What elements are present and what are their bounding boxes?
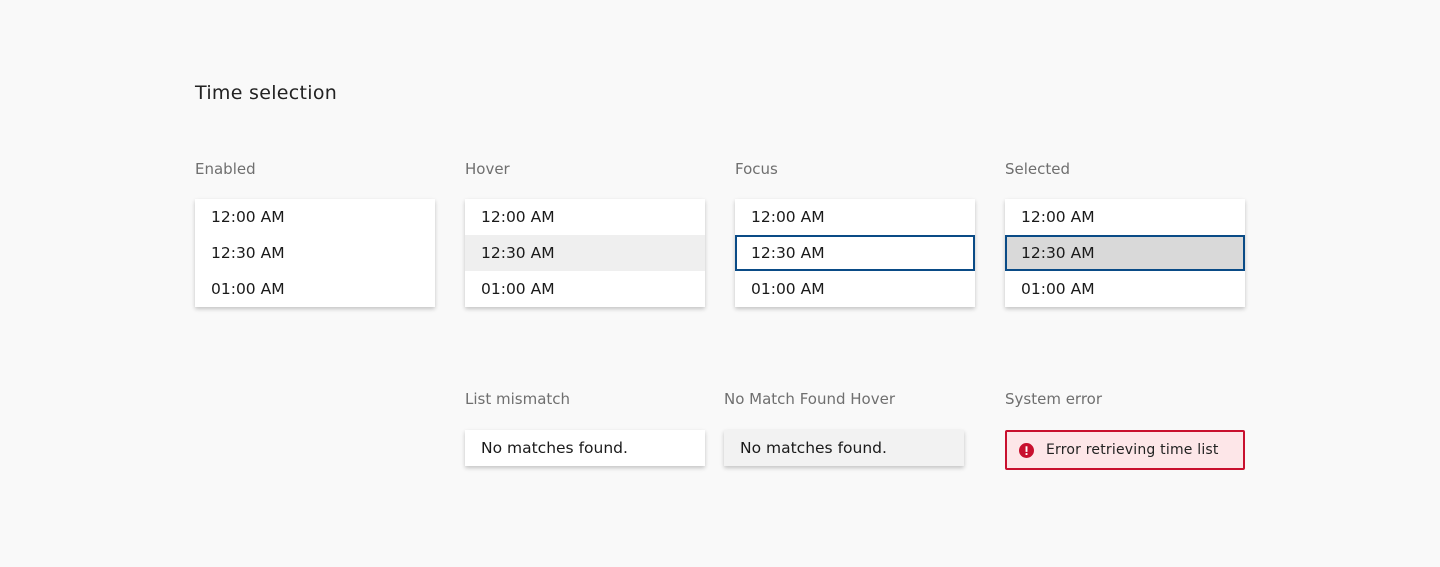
time-option[interactable]: 12:00 AM bbox=[195, 199, 435, 235]
error-icon bbox=[1019, 442, 1034, 458]
time-option[interactable]: 01:00 AM bbox=[1005, 271, 1245, 307]
enabled-time-list: 12:00 AM 12:30 AM 01:00 AM bbox=[195, 199, 435, 307]
time-option-selected[interactable]: 12:30 AM bbox=[1005, 235, 1245, 271]
enabled-label: Enabled bbox=[195, 160, 256, 178]
focus-time-list: 12:00 AM 12:30 AM 01:00 AM bbox=[735, 199, 975, 307]
page-title: Time selection bbox=[195, 82, 338, 104]
time-option[interactable]: 12:00 AM bbox=[465, 199, 705, 235]
time-option-hovered[interactable]: 12:30 AM bbox=[465, 235, 705, 271]
time-option-focused[interactable]: 12:30 AM bbox=[735, 235, 975, 271]
error-text: Error retrieving time list bbox=[1046, 442, 1219, 458]
list-mismatch-label: List mismatch bbox=[465, 390, 571, 408]
time-selection-page: Time selection Enabled 12:00 AM 12:30 AM… bbox=[0, 0, 1440, 567]
time-option[interactable]: 12:00 AM bbox=[735, 199, 975, 235]
time-option[interactable]: 12:00 AM bbox=[1005, 199, 1245, 235]
system-error-label: System error bbox=[1005, 390, 1103, 408]
no-matches-message: No matches found. bbox=[465, 430, 705, 466]
time-option[interactable]: 01:00 AM bbox=[195, 271, 435, 307]
time-option[interactable]: 01:00 AM bbox=[465, 271, 705, 307]
time-option[interactable]: 12:30 AM bbox=[195, 235, 435, 271]
selected-label: Selected bbox=[1005, 160, 1071, 178]
selected-time-list: 12:00 AM 12:30 AM 01:00 AM bbox=[1005, 199, 1245, 307]
no-match-hover-label: No Match Found Hover bbox=[724, 390, 896, 408]
focus-label: Focus bbox=[735, 160, 778, 178]
system-error-message: Error retrieving time list bbox=[1005, 430, 1245, 470]
no-matches-message-hovered: No matches found. bbox=[724, 430, 964, 466]
hover-label: Hover bbox=[465, 160, 510, 178]
time-option[interactable]: 01:00 AM bbox=[735, 271, 975, 307]
hover-time-list: 12:00 AM 12:30 AM 01:00 AM bbox=[465, 199, 705, 307]
